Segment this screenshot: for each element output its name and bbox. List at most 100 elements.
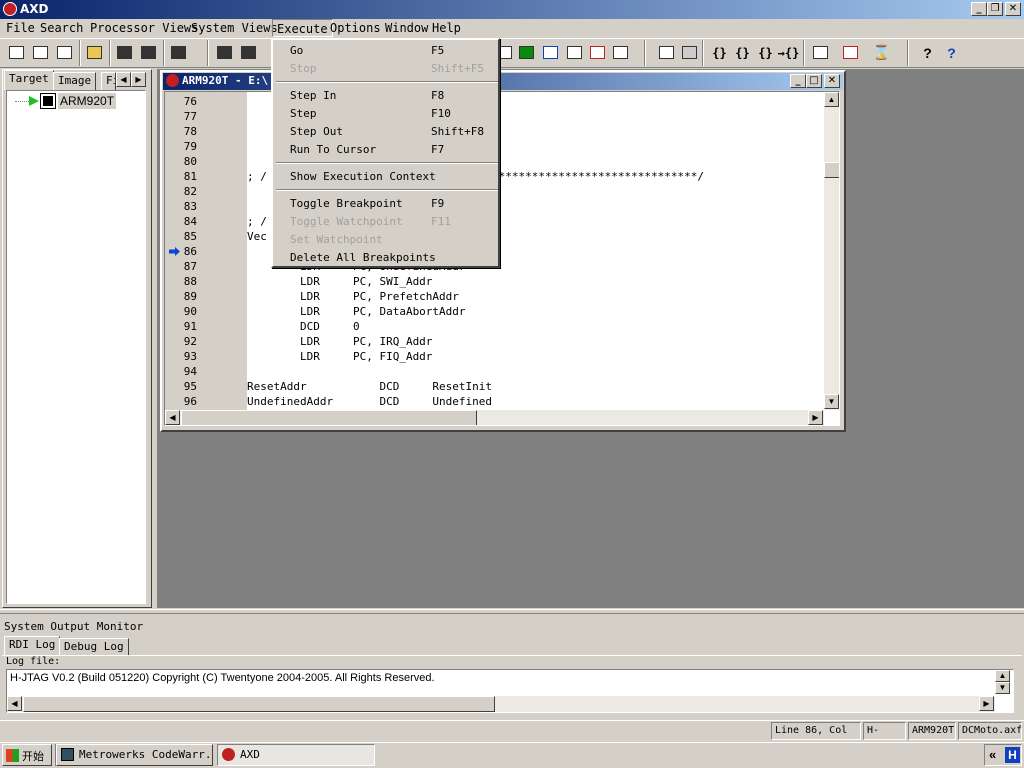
- code-line[interactable]: 94: [165, 364, 823, 379]
- code-window-close-button[interactable]: ✕: [824, 74, 840, 88]
- tree-item-arm920t[interactable]: ARM920T: [58, 93, 117, 109]
- code-view[interactable]: 767778 heap798081; / *******************…: [164, 91, 840, 426]
- menu-window[interactable]: Window: [381, 19, 432, 37]
- tab-target[interactable]: Target: [4, 70, 54, 90]
- menu-item-step-in[interactable]: Step In: [290, 87, 336, 105]
- menu-options[interactable]: Options: [326, 19, 385, 37]
- run-to-cursor-icon[interactable]: →{}: [777, 41, 800, 64]
- minimize-button[interactable]: _: [971, 2, 987, 16]
- code-line[interactable]: 96 UndefinedAddr DCD Undefined: [165, 394, 823, 409]
- toolbar-stop-button[interactable]: [678, 41, 701, 64]
- code-line[interactable]: 89 LDR PC, PrefetchAddr: [165, 289, 823, 304]
- toolbar-reload-button[interactable]: [53, 41, 76, 64]
- toolbar-view-button[interactable]: [586, 41, 609, 64]
- toolbar-run-button[interactable]: [655, 41, 678, 64]
- code-line[interactable]: 88 LDR PC, SWI_Addr: [165, 274, 823, 289]
- code-vertical-scrollbar[interactable]: ▲ ▼: [824, 92, 839, 410]
- toolbar-copy-button[interactable]: [137, 41, 160, 64]
- code-horizontal-scrollbar[interactable]: ◀ ▶: [165, 410, 824, 425]
- help-icon[interactable]: ?: [916, 41, 939, 64]
- menu-item-stop[interactable]: Stop: [290, 60, 317, 78]
- restore-button[interactable]: ❐: [987, 2, 1003, 16]
- toolbar-load-config-button[interactable]: [29, 41, 52, 64]
- tab-scroll-right-button[interactable]: ▶: [131, 72, 146, 87]
- log-scroll-right-button[interactable]: ▶: [979, 696, 994, 711]
- scroll-up-button[interactable]: ▲: [824, 92, 839, 107]
- scroll-thumb[interactable]: [824, 162, 839, 178]
- scroll-down-button[interactable]: ▼: [824, 394, 839, 409]
- log-h-scroll-thumb[interactable]: [23, 696, 495, 712]
- log-horizontal-scrollbar[interactable]: ◀ ▶: [7, 696, 995, 712]
- step-icon[interactable]: {}: [731, 41, 754, 64]
- taskbar-item-axd[interactable]: AXD: [217, 744, 375, 766]
- start-button[interactable]: 开始: [2, 744, 52, 766]
- line-number: 78: [183, 125, 197, 138]
- log-scroll-up-button[interactable]: ▲: [995, 670, 1010, 682]
- tree-connector: [15, 101, 29, 102]
- toggle-breakpoint-icon[interactable]: [809, 41, 832, 64]
- menu-execute[interactable]: Execute: [272, 19, 333, 37]
- close-button[interactable]: ✕: [1005, 2, 1021, 16]
- log-scroll-left-button[interactable]: ◀: [7, 696, 22, 711]
- code-window-maximize-button[interactable]: □: [806, 74, 822, 88]
- menu-item-step[interactable]: Step: [290, 105, 317, 123]
- scroll-right-button[interactable]: ▶: [808, 410, 823, 425]
- line-number: 77: [183, 110, 197, 123]
- menu-item-toggle-watchpoint[interactable]: Toggle Watchpoint: [290, 213, 403, 231]
- delete-breakpoint-icon[interactable]: [839, 41, 862, 64]
- menu-item-show-execution-context[interactable]: Show Execution Context: [290, 168, 436, 186]
- tab-scroll-left-button[interactable]: ◀: [116, 72, 131, 87]
- tab-image[interactable]: Image: [53, 72, 97, 90]
- toolbar-paste-button[interactable]: [167, 41, 190, 64]
- scroll-left-button[interactable]: ◀: [165, 410, 180, 425]
- toolbar-load-image-button[interactable]: [5, 41, 28, 64]
- code-line[interactable]: 92 LDR PC, IRQ_Addr: [165, 334, 823, 349]
- toolbar-find-button[interactable]: [213, 41, 236, 64]
- tab-files[interactable]: Fi: [101, 72, 116, 90]
- menu-item-toggle-breakpoint[interactable]: Toggle Breakpoint: [290, 195, 403, 213]
- hourglass-icon[interactable]: ⌛: [870, 41, 893, 64]
- step-in-icon[interactable]: {}: [708, 41, 731, 64]
- line-number: 85: [183, 230, 197, 243]
- menu-item-step-out[interactable]: Step Out: [290, 123, 343, 141]
- taskbar-item-codewarrior[interactable]: Metrowerks CodeWarr...: [56, 744, 213, 766]
- step-out-icon[interactable]: {}: [754, 41, 777, 64]
- code-line[interactable]: 95 ResetAddr DCD ResetInit: [165, 379, 823, 394]
- menu-file[interactable]: File: [2, 19, 39, 37]
- app-icon[interactable]: [3, 2, 17, 16]
- line-number: 96: [183, 395, 197, 408]
- tab-rdi-log[interactable]: RDI Log: [4, 636, 61, 656]
- menu-shortcut-step-out: Shift+F8: [431, 125, 484, 138]
- tab-debug-log[interactable]: Debug Log: [59, 638, 129, 656]
- log-text-area[interactable]: H-JTAG V0.2 (Build 051220) Copyright (C)…: [6, 669, 1014, 713]
- toolbar-open-button[interactable]: [83, 41, 106, 64]
- menu-item-set-watchpoint[interactable]: Set Watchpoint: [290, 231, 383, 249]
- menu-shortcut-run-to-cursor: F7: [431, 143, 445, 156]
- menu-help[interactable]: Help: [428, 19, 465, 37]
- code-window-minimize-button[interactable]: _: [790, 74, 806, 88]
- code-line[interactable]: 91 DCD 0: [165, 319, 823, 334]
- h-scroll-thumb[interactable]: [181, 410, 477, 425]
- tray-chevron-button[interactable]: «: [989, 747, 996, 762]
- menu-processor-views[interactable]: Processor Views: [86, 19, 202, 37]
- toolbar-cut-button[interactable]: [113, 41, 136, 64]
- menu-system-views[interactable]: System Views: [187, 19, 282, 37]
- toolbar-view-button[interactable]: [539, 41, 562, 64]
- code-line[interactable]: 93 LDR PC, FIQ_Addr: [165, 349, 823, 364]
- toolbar-view-button[interactable]: [609, 41, 632, 64]
- toolbar-find-next-button[interactable]: [237, 41, 260, 64]
- line-number: 94: [183, 365, 197, 378]
- context-help-icon[interactable]: ?: [940, 41, 963, 64]
- menu-item-go[interactable]: Go: [290, 42, 303, 60]
- log-scroll-down-button[interactable]: ▼: [995, 682, 1010, 694]
- code-line[interactable]: 90 LDR PC, DataAbortAddr: [165, 304, 823, 319]
- output-monitor-splitter[interactable]: [0, 609, 1024, 614]
- toolbar-separator: [803, 40, 805, 66]
- hjtag-tray-icon[interactable]: H: [1005, 747, 1020, 763]
- menu-search[interactable]: Search: [36, 19, 87, 37]
- menu-item-run-to-cursor[interactable]: Run To Cursor: [290, 141, 376, 159]
- toolbar-view-button[interactable]: [563, 41, 586, 64]
- line-number: 91: [183, 320, 197, 333]
- menu-item-delete-all-breakpoints[interactable]: Delete All Breakpoints: [290, 249, 436, 267]
- toolbar-view-button[interactable]: [515, 41, 538, 64]
